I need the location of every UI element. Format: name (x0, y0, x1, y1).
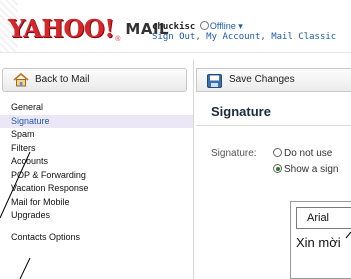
status-dropdown[interactable]: Offline ▾ (210, 21, 243, 31)
settings-nav: General Signature Spam Filters Accounts … (0, 101, 193, 244)
radio-label: Show a sign (284, 164, 339, 175)
save-changes-button-icon[interactable] (207, 74, 222, 93)
sidebar-divider (193, 60, 194, 279)
header: YAHOO!®MAIL chuckisc Offline ▾ Sign Out,… (0, 0, 351, 52)
home-icon (13, 72, 29, 92)
title-divider (196, 125, 351, 126)
yahoo-mail-logo[interactable]: YAHOO!®MAIL (8, 14, 169, 44)
settings-sidebar: Back to Mail General Signature Spam Filt… (0, 60, 193, 279)
font-family-select[interactable]: Arial (296, 207, 351, 229)
back-to-mail-label: Back to Mail (35, 74, 90, 85)
sidebar-item-upgrades[interactable]: Upgrades (0, 209, 193, 223)
sidebar-item-contacts-options[interactable]: Contacts Options (0, 231, 193, 245)
save-changes-button[interactable]: Save Changes (229, 74, 295, 85)
logo-registered-mark: ® (115, 36, 121, 43)
radio-do-not-use[interactable]: Do not use (273, 148, 332, 159)
back-to-mail-button[interactable]: Back to Mail (2, 68, 187, 92)
sidebar-item-spam[interactable]: Spam (0, 128, 193, 142)
sidebar-item-accounts[interactable]: Accounts (0, 155, 193, 169)
radio-show-signature[interactable]: Show a sign (273, 164, 338, 175)
logo-yahoo-text: YAHOO! (8, 14, 115, 43)
page-title: Signature (211, 104, 271, 119)
sidebar-item-mail-for-mobile[interactable]: Mail for Mobile (0, 196, 193, 210)
account-links[interactable]: Sign Out, My Account, Mail Classic (152, 32, 336, 42)
user-status-line: chuckisc Offline ▾ (152, 21, 243, 32)
signature-label: Signature: (211, 148, 257, 159)
sidebar-item-vacation-response[interactable]: Vacation Response (0, 182, 193, 196)
username: chuckisc (152, 22, 196, 32)
signature-editor-text[interactable]: Xin mời (296, 235, 341, 250)
radio-button[interactable] (273, 148, 282, 157)
sidebar-item-filters[interactable]: Filters (0, 142, 193, 156)
header-divider (0, 52, 351, 53)
font-select-value: Arial (307, 212, 330, 224)
sidebar-item-signature[interactable]: Signature (0, 114, 193, 128)
radio-button-checked[interactable] (273, 164, 282, 173)
status-icon (199, 21, 209, 30)
toolbar: Save Changes (196, 68, 351, 92)
radio-label: Do not use (284, 148, 333, 159)
sidebar-item-pop-forwarding[interactable]: POP & Forwarding (0, 169, 193, 183)
sidebar-item-general[interactable]: General (0, 101, 193, 115)
